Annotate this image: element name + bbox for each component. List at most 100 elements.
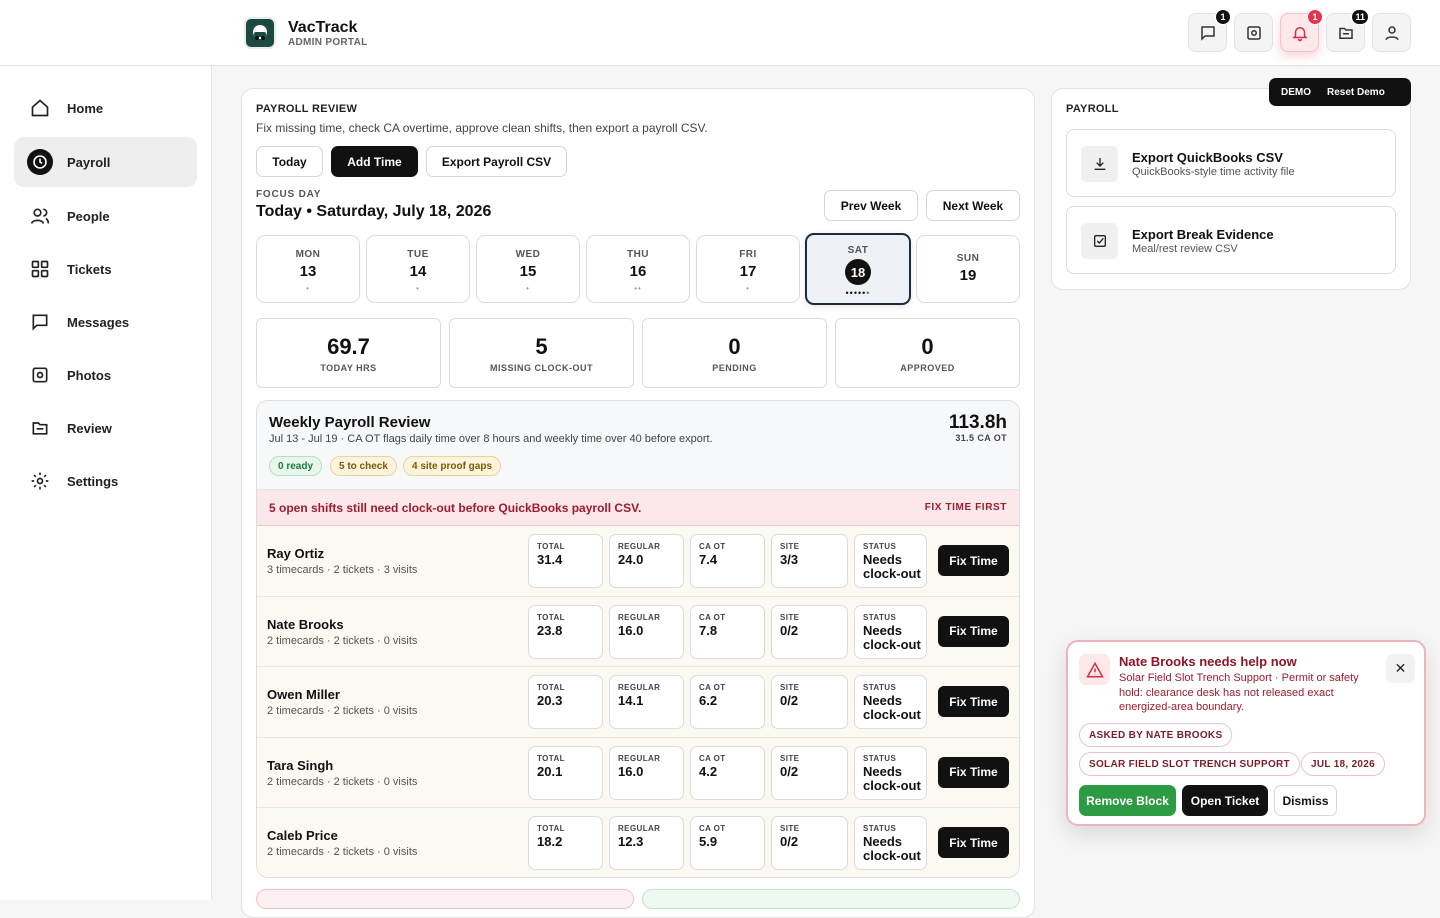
export-break-evidence-button[interactable]: Export Break Evidence Meal/rest review C… xyxy=(1066,206,1396,274)
employee-name[interactable]: Ray Ortiz xyxy=(267,546,324,561)
day-thu[interactable]: THU 16 •• xyxy=(586,235,690,303)
gear-icon xyxy=(29,470,51,492)
metric-label: REGULAR xyxy=(618,612,661,622)
messages-icon xyxy=(1200,25,1215,41)
date-tag: JUL 18, 2026 xyxy=(1301,752,1386,776)
metric-status: STATUS Needs clock-out xyxy=(854,816,927,870)
day-dots: •••••• xyxy=(845,288,871,298)
day-tue[interactable]: TUE 14 • xyxy=(366,235,470,303)
sidebar-item-tickets[interactable]: Tickets xyxy=(14,244,197,294)
people-icon xyxy=(29,205,51,227)
payroll-row: Ray Ortiz 3 timecards · 2 tickets · 3 vi… xyxy=(257,526,1019,597)
day-wed[interactable]: WED 15 • xyxy=(476,235,580,303)
sidebar-item-photos[interactable]: Photos xyxy=(14,350,197,400)
employee-meta: 2 timecards · 2 tickets · 0 visits xyxy=(267,775,418,788)
reset-demo-button[interactable]: Reset Demo xyxy=(1327,87,1385,98)
help-alert-toast: Nate Brooks needs help now Solar Field S… xyxy=(1066,640,1426,826)
site-proof-pill[interactable]: 4 site proof gaps xyxy=(403,456,502,476)
export-quickbooks-button[interactable]: Export QuickBooks CSV QuickBooks-style t… xyxy=(1066,129,1396,197)
metric-label: SITE xyxy=(780,542,800,551)
metric-value: 20.3 xyxy=(537,693,563,708)
employee-name[interactable]: Owen Miller xyxy=(267,687,340,702)
metric-value: 18.2 xyxy=(537,834,563,849)
employee-name[interactable]: Nate Brooks xyxy=(267,617,344,632)
metric-site: SITE 0/2 xyxy=(771,745,848,800)
remove-block-button[interactable]: Remove Block xyxy=(1079,785,1176,816)
ticket-tag[interactable]: SOLAR FIELD SLOT TRENCH SUPPORT xyxy=(1079,752,1300,776)
metric-label: STATUS xyxy=(863,824,897,833)
photos-button[interactable] xyxy=(1234,13,1273,52)
export-title: Export Break Evidence xyxy=(1132,227,1274,242)
export-payroll-button[interactable]: Export Payroll CSV xyxy=(426,146,567,177)
metric-regular: REGULAR 16.0 xyxy=(609,604,684,659)
profile-button[interactable] xyxy=(1372,13,1411,52)
metric-value: 7.8 xyxy=(699,622,718,638)
sidebar-item-label: Photos xyxy=(67,367,112,383)
dismiss-button[interactable]: Dismiss xyxy=(1274,785,1337,816)
fix-time-button[interactable]: Fix Time xyxy=(938,545,1009,576)
warning-text: 5 open shifts still need clock-out befor… xyxy=(269,500,642,515)
day-fri[interactable]: FRI 17 • xyxy=(696,235,800,303)
employee-name[interactable]: Caleb Price xyxy=(267,828,338,843)
sidebar-item-messages[interactable]: Messages xyxy=(14,297,197,347)
ready-pill[interactable]: 0 ready xyxy=(269,456,323,476)
sidebar-item-home[interactable]: Home xyxy=(14,83,197,133)
metric-site: SITE 0/2 xyxy=(771,816,848,870)
day-mon[interactable]: MON 13 • xyxy=(256,235,360,303)
day-number: 17 xyxy=(739,263,757,280)
fix-time-first-link[interactable]: FIX TIME FIRST xyxy=(925,502,1007,513)
sidebar: Home Payroll People Tickets Messages Pho… xyxy=(0,66,212,900)
checkbox-icon xyxy=(1081,223,1118,259)
next-week-button[interactable]: Next Week xyxy=(926,190,1020,221)
close-icon[interactable]: ✕ xyxy=(1386,654,1415,683)
notifications-button[interactable]: 1 xyxy=(1280,9,1323,52)
stat-missing-clockout: 5 MISSING CLOCK-OUT xyxy=(449,318,634,388)
metric-label: TOTAL xyxy=(537,542,565,551)
today-button[interactable]: Today xyxy=(256,146,323,177)
metric-value: Needs clock-out xyxy=(863,763,921,793)
metric-label: STATUS xyxy=(863,612,897,622)
fix-time-button[interactable]: Fix Time xyxy=(938,827,1009,858)
weekly-total: 113.8h xyxy=(948,412,1007,433)
day-name: TUE xyxy=(407,249,429,260)
fix-time-button[interactable]: Fix Time xyxy=(938,615,1009,647)
metric-value: 0/2 xyxy=(780,622,799,638)
open-ticket-button[interactable]: Open Ticket xyxy=(1182,785,1268,816)
payroll-row: Owen Miller 2 timecards · 2 tickets · 0 … xyxy=(257,667,1019,738)
employee-name[interactable]: Tara Singh xyxy=(267,758,333,773)
download-icon xyxy=(1081,146,1118,182)
metric-label: SITE xyxy=(780,612,800,622)
demo-bar: DEMO Reset Demo xyxy=(1269,78,1411,106)
stat-value: 0 xyxy=(728,334,741,359)
review-button[interactable]: 11 xyxy=(1326,9,1369,52)
brand[interactable]: VacTrack ADMIN PORTAL xyxy=(244,17,368,49)
metric-regular: REGULAR 14.1 xyxy=(609,675,684,729)
day-sun[interactable]: SUN 19 xyxy=(916,235,1020,303)
clockout-warning: 5 open shifts still need clock-out befor… xyxy=(257,490,1019,526)
prev-week-button[interactable]: Prev Week xyxy=(824,190,918,221)
sidebar-item-people[interactable]: People xyxy=(14,191,197,241)
metric-site: SITE 3/3 xyxy=(771,534,848,588)
stat-label: TODAY HRS xyxy=(320,363,377,373)
day-number: 14 xyxy=(409,263,427,280)
metric-regular: REGULAR 24.0 xyxy=(609,534,684,588)
vactrack-logo-icon xyxy=(244,17,276,49)
metric-label: CA OT xyxy=(699,683,726,692)
metric-label: CA OT xyxy=(699,612,726,622)
metric-label: REGULAR xyxy=(618,683,661,692)
fix-time-button[interactable]: Fix Time xyxy=(938,686,1009,717)
metric-total: TOTAL 18.2 xyxy=(528,816,603,870)
sidebar-item-settings[interactable]: Settings xyxy=(14,456,197,506)
sidebar-item-review[interactable]: Review xyxy=(14,403,197,453)
add-time-button[interactable]: Add Time xyxy=(331,146,418,177)
metric-value: 12.3 xyxy=(618,834,644,849)
day-sat[interactable]: SAT 18 •••••• xyxy=(805,233,911,305)
sidebar-item-payroll[interactable]: Payroll xyxy=(14,137,197,187)
metric-label: TOTAL xyxy=(537,753,565,763)
employee-meta: 2 timecards · 2 tickets · 0 visits xyxy=(267,846,418,858)
metric-value: 0/2 xyxy=(780,834,799,849)
fix-time-button[interactable]: Fix Time xyxy=(938,756,1009,788)
to-check-pill[interactable]: 5 to check xyxy=(330,456,397,476)
messages-button[interactable]: 1 xyxy=(1188,9,1231,52)
metric-site: SITE 0/2 xyxy=(771,604,848,659)
